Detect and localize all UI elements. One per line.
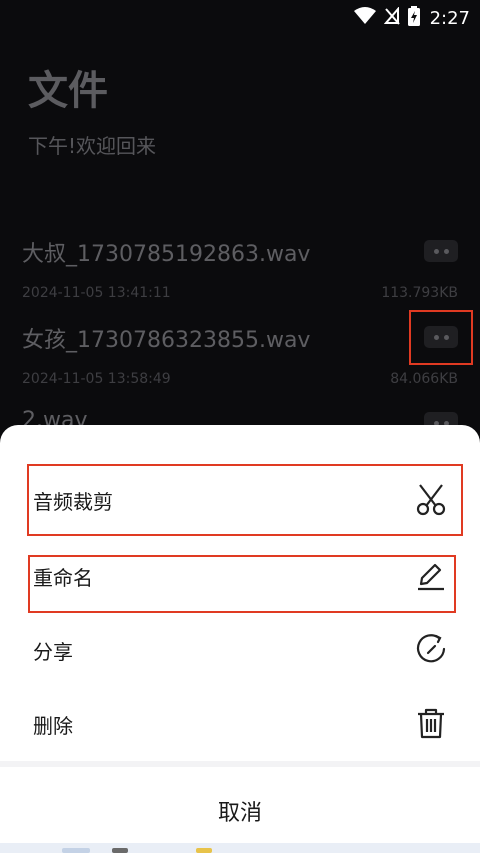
sheet-item-share[interactable]: 分享 xyxy=(0,620,480,680)
sheet-item-label: 分享 xyxy=(33,640,73,664)
status-time: 2:27 xyxy=(429,7,470,29)
no-signal-icon xyxy=(383,6,400,29)
sheet-item-delete[interactable]: 删除 xyxy=(0,694,480,754)
highlight-box xyxy=(409,310,473,365)
file-name: 大叔_1730785192863.wav xyxy=(22,242,311,267)
trash-icon xyxy=(414,706,448,740)
cancel-button[interactable]: 取消 xyxy=(0,767,480,843)
file-size: 113.793KB xyxy=(381,285,458,301)
file-item[interactable]: 大叔_1730785192863.wav 2024-11-05 13:41:11… xyxy=(0,236,480,322)
file-name: 女孩_1730786323855.wav xyxy=(22,328,311,353)
file-date: 2024-11-05 13:58:49 xyxy=(22,371,171,387)
status-bar: 2:27 xyxy=(0,0,480,34)
sheet-item-label: 删除 xyxy=(33,714,73,738)
battery-charging-icon xyxy=(407,6,420,30)
bottom-strip xyxy=(0,843,480,853)
wifi-icon xyxy=(353,7,376,29)
highlight-box xyxy=(27,464,463,536)
greeting-text: 下午!欢迎回来 xyxy=(28,134,157,158)
strip-block xyxy=(196,848,212,853)
strip-block xyxy=(112,848,128,853)
file-date: 2024-11-05 13:41:11 xyxy=(22,285,171,301)
status-icons: 2:27 xyxy=(353,6,470,30)
highlight-box xyxy=(28,555,456,613)
more-options-button[interactable] xyxy=(424,240,458,262)
strip-block xyxy=(62,848,90,853)
share-icon xyxy=(414,632,448,666)
file-item[interactable]: 女孩_1730786323855.wav 2024-11-05 13:58:49… xyxy=(0,322,480,408)
cancel-label: 取消 xyxy=(217,801,262,826)
page-title: 文件 xyxy=(28,68,108,114)
file-size: 84.066KB xyxy=(390,371,458,387)
